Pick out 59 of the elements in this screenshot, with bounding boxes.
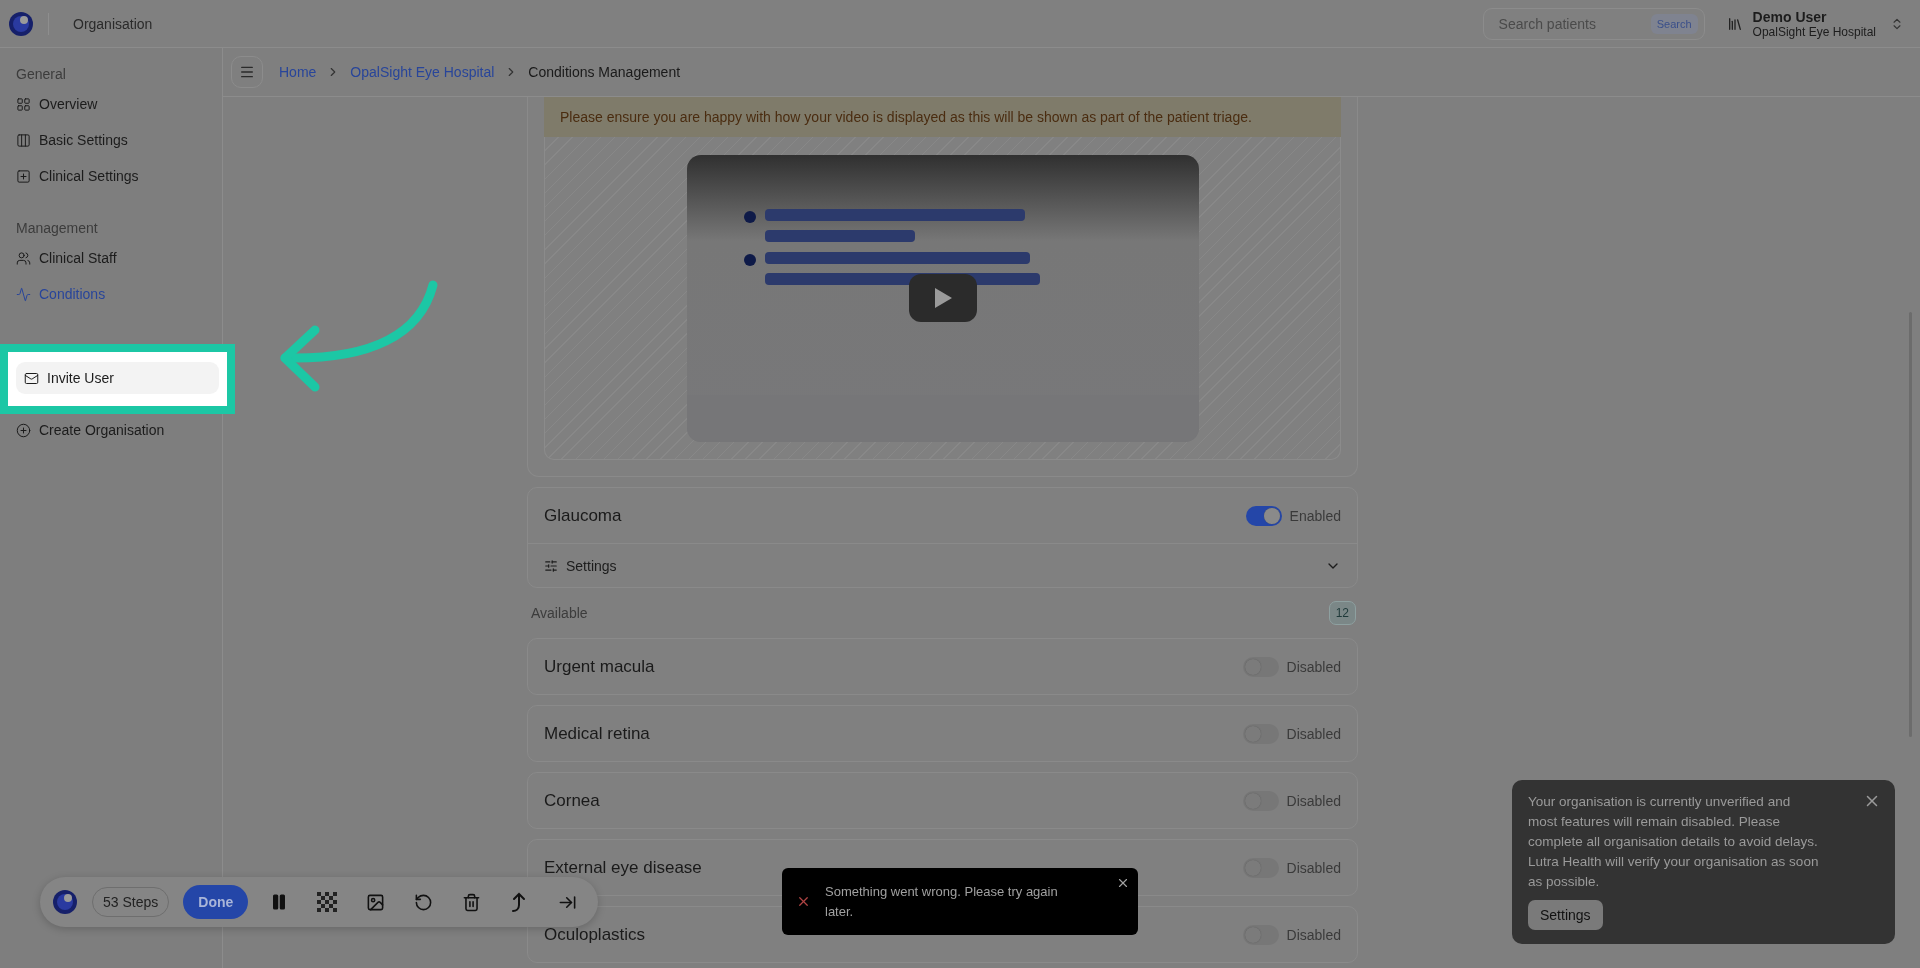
sidebar-item[interactable]: Create Organisation (8, 414, 214, 446)
library-icon (1726, 15, 1743, 32)
columns-icon (16, 132, 31, 148)
breadcrumb-link[interactable]: Conditions Management (528, 64, 681, 80)
toast-message: Something went wrong. Please try again later. (825, 883, 1059, 921)
undo-icon (413, 892, 433, 912)
condition-name: Oculoplastics (544, 924, 647, 945)
pulse-icon (16, 286, 31, 302)
sidebar-item[interactable]: Conditions (8, 278, 214, 310)
section-heading: Available (531, 605, 588, 621)
condition-name: Cornea (544, 790, 601, 811)
eye-logo-icon (52, 889, 78, 915)
sidebar-item[interactable]: Invite User (16, 362, 219, 394)
breadcrumb-link[interactable]: OpalSight Eye Hospital (350, 64, 495, 80)
status-label: Disabled (1286, 658, 1341, 675)
organisation-name: OpalSight Eye Hospital (1752, 24, 1876, 39)
play-button[interactable] (908, 273, 977, 322)
condition-name: Glaucoma (544, 505, 623, 526)
settings-toggle[interactable]: Settings (528, 543, 1357, 587)
menu-button[interactable] (231, 56, 263, 88)
user-name: Demo User (1752, 8, 1828, 25)
sidebar-item[interactable]: Basic Settings (8, 124, 214, 156)
sidebar-item[interactable]: Clinical Staff (8, 242, 214, 274)
error-icon (796, 894, 811, 909)
mail-icon (24, 370, 39, 386)
trash-icon (461, 892, 481, 912)
count-badge: 12 (1328, 601, 1356, 625)
condition-name: Medical retina (544, 723, 651, 744)
close-button[interactable] (1116, 876, 1130, 890)
grid-icon (16, 96, 31, 112)
menu-icon (239, 64, 255, 80)
status-label: Disabled (1286, 926, 1341, 943)
plus-square-icon (16, 168, 31, 184)
plus-circle-icon (16, 422, 31, 438)
play-icon (932, 286, 953, 309)
status-label: Disabled (1286, 859, 1341, 876)
image-icon (365, 892, 385, 912)
sidebar-item[interactable]: Overview (8, 88, 214, 120)
settings-button[interactable]: Settings (1528, 900, 1603, 930)
status-label: Disabled (1286, 792, 1341, 809)
breadcrumb-link[interactable]: Home (279, 64, 317, 80)
notice-banner: Please ensure you are happy with how your video is displayed as this will be shown as part of the patient triage. (544, 97, 1341, 137)
notice-message: Your organisation is currently unverified and most features will remain disabled. Please complete all organisation details to avoid delays. Lutra Health will verify your organisation as soon as possible. (1528, 793, 1820, 891)
sidebar-item[interactable]: Clinical Settings (8, 160, 214, 192)
page-title: Organisation (73, 15, 153, 32)
group-heading: General (15, 66, 67, 82)
close-icon (1116, 876, 1130, 890)
condition-name: External eye disease (544, 857, 703, 878)
status-label: Disabled (1286, 725, 1341, 742)
sliders-icon (544, 558, 558, 573)
eye-logo-icon (8, 10, 34, 37)
search-button[interactable]: Search (1650, 13, 1698, 34)
group-heading: Management (15, 220, 99, 236)
done-button[interactable]: Done (183, 885, 249, 919)
checker-icon (317, 892, 338, 912)
condition-name: Urgent macula (544, 656, 656, 677)
status-label: Enabled (1289, 507, 1341, 524)
users-icon (16, 250, 31, 266)
toggle-switch[interactable] (1245, 505, 1282, 526)
